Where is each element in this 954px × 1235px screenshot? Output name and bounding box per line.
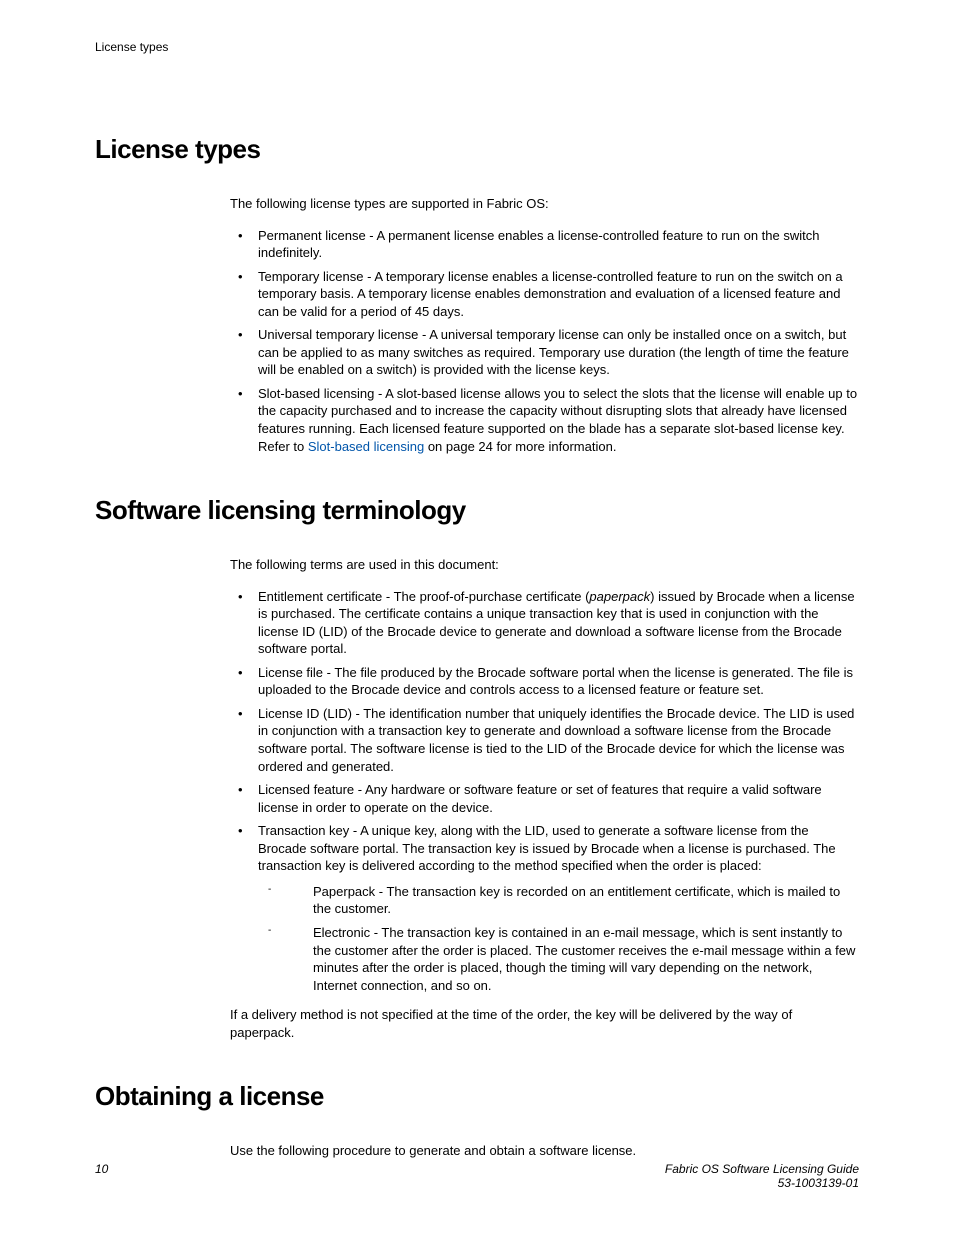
list-item: Entitlement certificate - The proof-of-p… <box>258 588 859 658</box>
list-item: License ID (LID) - The identification nu… <box>258 705 859 775</box>
list-item: Paperpack - The transaction key is recor… <box>313 883 859 918</box>
heading-terminology: Software licensing terminology <box>95 495 859 526</box>
page-number: 10 <box>95 1162 108 1190</box>
intro-obtaining: Use the following procedure to generate … <box>230 1142 859 1160</box>
body-obtaining: Use the following procedure to generate … <box>95 1142 859 1160</box>
section-obtaining: Obtaining a license Use the following pr… <box>95 1081 859 1160</box>
paragraph-delivery-default: If a delivery method is not specified at… <box>230 1006 859 1041</box>
page-footer: 10 Fabric OS Software Licensing Guide 53… <box>95 1162 859 1190</box>
text: Transaction key - A unique key, along wi… <box>258 823 836 873</box>
section-license-types: License types The following license type… <box>95 134 859 455</box>
intro-terminology: The following terms are used in this doc… <box>230 556 859 574</box>
body-license-types: The following license types are supporte… <box>95 195 859 455</box>
list-terminology: Entitlement certificate - The proof-of-p… <box>230 588 859 994</box>
footer-doc-number: 53-1003139-01 <box>665 1176 859 1190</box>
link-slot-based-licensing[interactable]: Slot-based licensing <box>308 439 424 454</box>
sublist-delivery-methods: Paperpack - The transaction key is recor… <box>258 883 859 994</box>
heading-license-types: License types <box>95 134 859 165</box>
intro-license-types: The following license types are supporte… <box>230 195 859 213</box>
list-item: Permanent license - A permanent license … <box>258 227 859 262</box>
list-item: Universal temporary license - A universa… <box>258 326 859 379</box>
list-item: Electronic - The transaction key is cont… <box>313 924 859 994</box>
footer-doc-info: Fabric OS Software Licensing Guide 53-10… <box>665 1162 859 1190</box>
page-header-label: License types <box>95 40 859 54</box>
italic-paperpack: paperpack <box>589 589 650 604</box>
list-license-types: Permanent license - A permanent license … <box>230 227 859 456</box>
list-item: License file - The file produced by the … <box>258 664 859 699</box>
body-terminology: The following terms are used in this doc… <box>95 556 859 1041</box>
text: Entitlement certificate - The proof-of-p… <box>258 589 589 604</box>
list-item: Slot-based licensing - A slot-based lice… <box>258 385 859 455</box>
list-item: Temporary license - A temporary license … <box>258 268 859 321</box>
text: on page 24 for more information. <box>424 439 616 454</box>
footer-doc-title: Fabric OS Software Licensing Guide <box>665 1162 859 1176</box>
heading-obtaining: Obtaining a license <box>95 1081 859 1112</box>
list-item: Licensed feature - Any hardware or softw… <box>258 781 859 816</box>
section-terminology: Software licensing terminology The follo… <box>95 495 859 1041</box>
list-item: Transaction key - A unique key, along wi… <box>258 822 859 994</box>
